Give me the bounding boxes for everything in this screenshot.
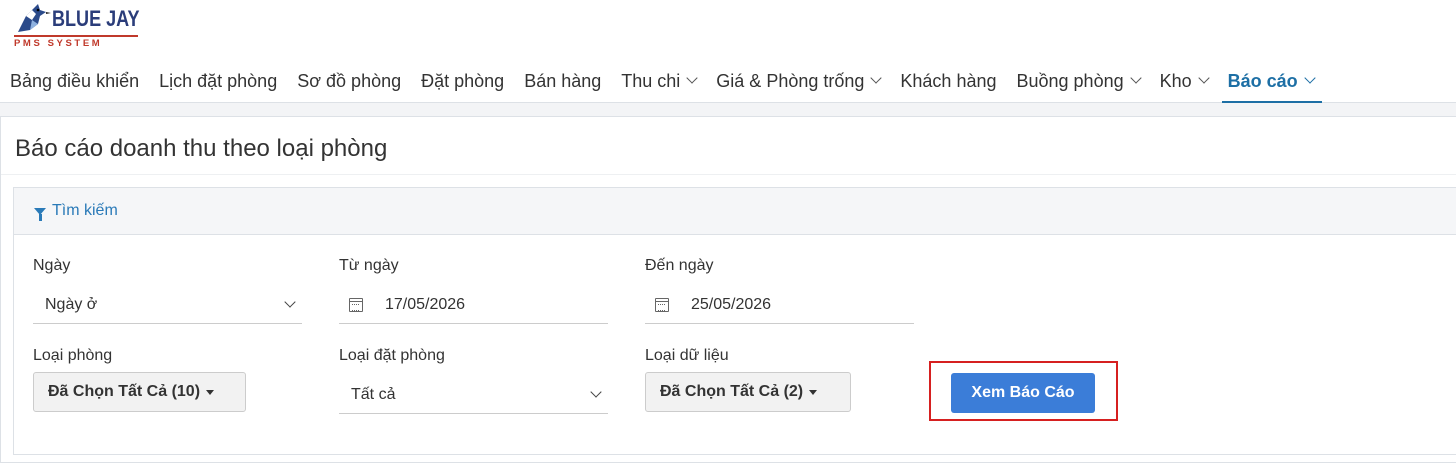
caret-down-icon: [809, 389, 818, 395]
blue-jay-bird-icon: [18, 4, 51, 32]
to-date-input[interactable]: 25/05/2026: [645, 286, 914, 324]
booking-type-value: Tất cả: [351, 385, 396, 403]
booking-type-label: Loại đặt phòng: [339, 347, 445, 364]
page-title: Báo cáo doanh thu theo loại phòng: [15, 135, 388, 162]
nav-item-reports[interactable]: Báo cáo: [1221, 60, 1322, 103]
nav-item-label: Đặt phòng: [421, 70, 505, 91]
main-nav: Bảng điều khiển Lịch đặt phòng Sơ đồ phò…: [0, 60, 1324, 103]
nav-item-booking[interactable]: Đặt phòng: [421, 60, 504, 102]
view-report-button[interactable]: Xem Báo Cáo: [951, 373, 1095, 413]
from-date-input[interactable]: 17/05/2026: [339, 286, 608, 324]
logo-subtitle: PMS SYSTEM: [14, 38, 103, 49]
top-navbar: BLUE JAY PMS SYSTEM Bảng điều khiển Lịch…: [0, 0, 1456, 103]
caret-down-icon: [206, 389, 215, 395]
nav-item-inventory[interactable]: Kho: [1159, 60, 1210, 102]
chevron-down-icon: [870, 72, 883, 84]
chevron-down-icon: [1129, 72, 1142, 84]
data-type-multiselect[interactable]: Đã Chọn Tất Cả (2): [645, 372, 851, 412]
data-type-label: Loại dữ liệu: [645, 347, 729, 364]
search-title-label: Tìm kiếm: [52, 202, 118, 219]
nav-item-housekeeping[interactable]: Buồng phòng: [1016, 60, 1142, 102]
nav-item-sales[interactable]: Bán hàng: [524, 60, 601, 102]
nav-item-label: Bảng điều khiển: [10, 70, 140, 91]
logo-divider: [14, 35, 138, 37]
nav-item-label: Lịch đặt phòng: [159, 70, 278, 91]
chevron-down-icon: [1197, 72, 1210, 84]
from-date-label: Từ ngày: [339, 257, 399, 274]
date-type-value: Ngày ở: [45, 295, 98, 313]
nav-item-rates-availability[interactable]: Giá & Phòng trống: [716, 60, 883, 102]
to-date-value: 25/05/2026: [691, 295, 772, 313]
room-type-value: Đã Chọn Tất Cả (10): [48, 383, 201, 400]
app-logo[interactable]: BLUE JAY PMS SYSTEM: [12, 2, 152, 52]
from-date-value: 17/05/2026: [385, 295, 466, 313]
nav-item-label: Buồng phòng: [1016, 70, 1124, 91]
title-divider: [1, 174, 1456, 175]
nav-item-booking-calendar[interactable]: Lịch đặt phòng: [159, 60, 277, 102]
search-header[interactable]: Tìm kiếm: [14, 188, 1456, 235]
nav-item-room-map[interactable]: Sơ đồ phòng: [297, 60, 401, 102]
nav-item-customers[interactable]: Khách hàng: [900, 60, 996, 102]
nav-item-dashboard[interactable]: Bảng điều khiển: [10, 60, 139, 102]
nav-item-label: Bán hàng: [524, 70, 602, 91]
to-date-label: Đến ngày: [645, 257, 714, 274]
calendar-icon: [349, 297, 363, 312]
nav-item-label: Sơ đồ phòng: [297, 70, 402, 91]
room-type-label: Loại phòng: [33, 347, 113, 364]
nav-item-income-expense[interactable]: Thu chi: [621, 60, 698, 102]
nav-item-label: Báo cáo: [1227, 70, 1298, 91]
nav-item-label: Khách hàng: [900, 70, 997, 91]
data-type-value: Đã Chọn Tất Cả (2): [660, 383, 804, 400]
date-type-label: Ngày: [33, 257, 71, 274]
nav-item-label: Giá & Phòng trống: [716, 70, 865, 91]
nav-item-label: Thu chi: [621, 70, 681, 91]
search-title: Tìm kiếm: [34, 202, 118, 221]
room-type-multiselect[interactable]: Đã Chọn Tất Cả (10): [33, 372, 246, 412]
chevron-down-icon: [686, 72, 698, 84]
chevron-down-icon: [1304, 72, 1316, 84]
calendar-icon: [655, 297, 669, 312]
chevron-down-icon: [284, 296, 296, 308]
logo-title: BLUE JAY: [52, 6, 140, 31]
filter-icon: [34, 207, 46, 221]
chevron-down-icon: [590, 386, 602, 398]
date-type-select[interactable]: Ngày ở: [33, 286, 302, 324]
booking-type-select[interactable]: Tất cả: [339, 376, 608, 414]
nav-item-label: Kho: [1159, 70, 1192, 91]
